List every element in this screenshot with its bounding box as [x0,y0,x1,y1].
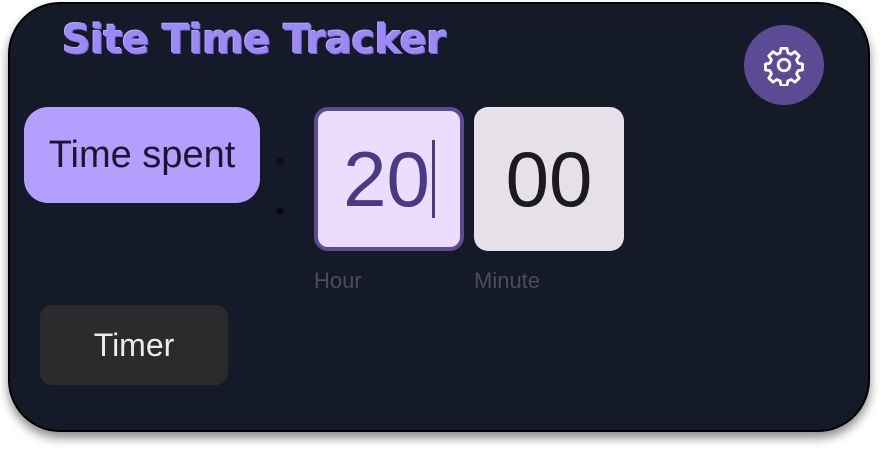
tracker-card: Site Time Tracker Time spent 20 00 Hour … [8,2,870,432]
colon-separator-bottom-dot [276,207,284,215]
timer-button[interactable]: Timer [40,305,228,385]
text-caret [431,140,435,218]
time-spent-button[interactable]: Time spent [24,107,260,203]
minute-label: Minute [474,268,541,293]
app-title: Site Time Tracker [62,17,446,63]
hour-label: Hour [314,268,362,293]
minute-value: 00 [505,134,593,223]
minute-input[interactable]: 00 [474,107,624,251]
colon-separator-top-dot [276,157,284,165]
hour-input[interactable]: 20 [314,107,464,251]
settings-button[interactable] [744,25,824,105]
gear-icon [764,46,804,86]
hour-value: 20 [343,134,430,223]
